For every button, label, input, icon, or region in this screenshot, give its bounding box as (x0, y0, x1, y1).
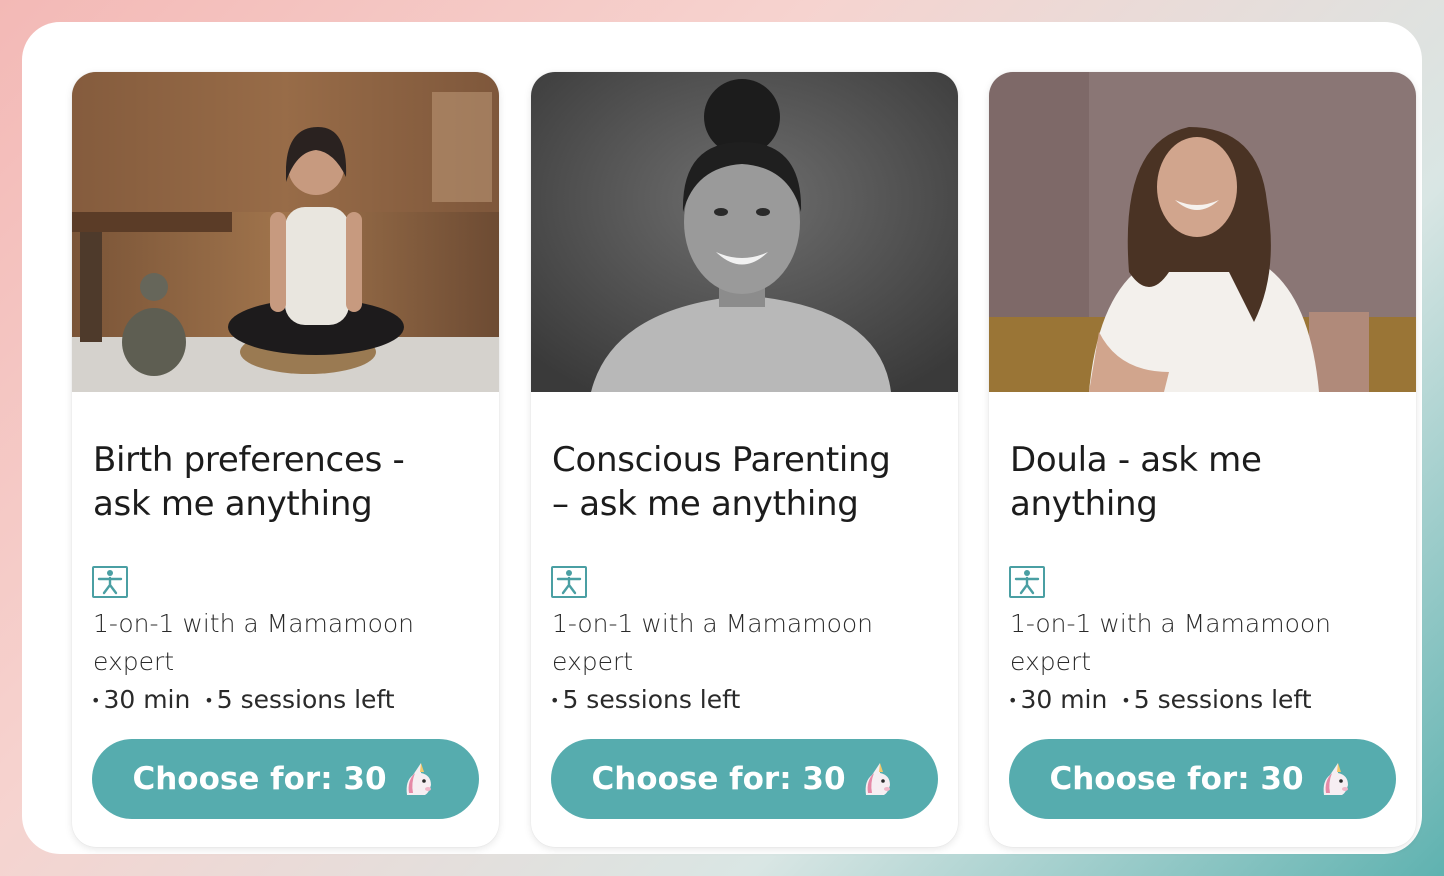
expert-photo (531, 72, 958, 392)
session-card[interactable]: Doula - ask me anything 1-on-1 with a Ma… (989, 72, 1416, 847)
session-card[interactable]: Conscious Parenting – ask me anything 1-… (531, 72, 958, 847)
session-duration: 30 min (103, 685, 191, 714)
choose-button-label: Choose for: 30 (132, 761, 387, 797)
bullet-icon: • (1008, 691, 1018, 710)
session-description: 1-on-1 with a Mamamoon expert (93, 609, 415, 676)
yoga-person-icon (1009, 566, 1045, 598)
session-meta: • 30 min • 5 sessions left (91, 681, 481, 720)
choose-button[interactable]: Choose for: 30 (551, 739, 938, 819)
session-duration: 30 min (1020, 685, 1108, 714)
sessions-left: 5 sessions left (1133, 685, 1312, 714)
unicorn-icon (406, 763, 431, 795)
sessions-left: 5 sessions left (216, 685, 395, 714)
unicorn-icon (1323, 763, 1348, 795)
session-description: 1-on-1 with a Mamamoon expert (1010, 609, 1332, 676)
yoga-person-icon (92, 566, 128, 598)
bullet-icon: • (91, 691, 101, 710)
yoga-person-icon (551, 566, 587, 598)
bullet-icon: • (1121, 691, 1131, 710)
choose-button-label: Choose for: 30 (1049, 761, 1304, 797)
expert-photo (72, 72, 499, 392)
sessions-left: 5 sessions left (562, 685, 741, 714)
session-meta: • 5 sessions left (550, 681, 940, 720)
bullet-icon: • (550, 691, 560, 710)
session-title: Birth preferences - ask me anything (93, 440, 405, 524)
session-title: Conscious Parenting – ask me anything (552, 440, 891, 524)
session-meta: • 30 min • 5 sessions left (1008, 681, 1398, 720)
choose-button[interactable]: Choose for: 30 (1009, 739, 1396, 819)
choose-button[interactable]: Choose for: 30 (92, 739, 479, 819)
session-card[interactable]: Birth preferences - ask me anything 1-on… (72, 72, 499, 847)
session-description: 1-on-1 with a Mamamoon expert (552, 609, 874, 676)
unicorn-icon (865, 763, 890, 795)
expert-photo (989, 72, 1416, 392)
choose-button-label: Choose for: 30 (591, 761, 846, 797)
session-title: Doula - ask me anything (1010, 440, 1262, 524)
session-panel: Birth preferences - ask me anything 1-on… (22, 22, 1422, 854)
bullet-icon: • (204, 691, 214, 710)
